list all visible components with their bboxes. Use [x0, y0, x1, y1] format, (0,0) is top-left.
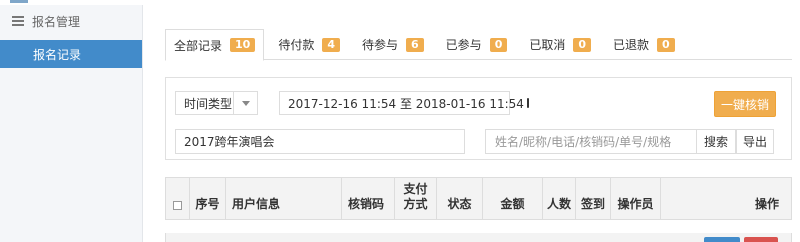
- calendar-icon: [526, 98, 529, 108]
- table-row: [165, 233, 792, 242]
- header-amount: 金额: [483, 178, 543, 219]
- row-edit-button[interactable]: [704, 237, 740, 242]
- header-headcount: 人数: [543, 178, 576, 219]
- search-button[interactable]: 搜索: [696, 129, 736, 154]
- status-tabs: 全部记录 10 待付款 4 待参与 6 已参与 0 已取消 0 已退款 0: [165, 29, 792, 61]
- chevron-down-icon: [233, 92, 257, 114]
- tab-label: 已退款: [613, 38, 650, 52]
- header-verify-code: 核销码: [342, 178, 395, 219]
- tab-cancelled[interactable]: 已取消 0: [521, 29, 599, 60]
- event-name-field[interactable]: 2017跨年演唱会: [175, 129, 465, 154]
- search-input[interactable]: 姓名/昵称/电话/核销码/单号/规格: [485, 129, 697, 154]
- sidebar-item-label: 报名记录: [33, 47, 82, 62]
- row-delete-button[interactable]: [744, 237, 778, 242]
- count-badge: 0: [657, 37, 675, 52]
- date-range-value: 2017-12-16 11:54 至 2018-01-16 11:54: [288, 96, 524, 111]
- filter-panel: 时间类型 2017-12-16 11:54 至 2018-01-16 11:54…: [165, 77, 792, 160]
- header-status: 状态: [437, 178, 483, 219]
- list-icon: [12, 16, 24, 26]
- header-user-info: 用户信息: [226, 178, 342, 219]
- tab-attended[interactable]: 已参与 0: [438, 29, 516, 60]
- tab-label: 待参与: [362, 38, 399, 52]
- sidebar: 报名管理 报名记录: [0, 5, 143, 242]
- tab-label: 待付款: [278, 38, 315, 52]
- tab-label: 已取消: [529, 38, 566, 52]
- select-all-cell: [166, 178, 190, 219]
- tab-all-records[interactable]: 全部记录 10: [165, 29, 265, 61]
- header-index: 序号: [190, 178, 226, 219]
- header-check-in: 签到: [576, 178, 611, 219]
- date-range-picker[interactable]: 2017-12-16 11:54 至 2018-01-16 11:54: [279, 91, 529, 115]
- tab-to-attend[interactable]: 待参与 6: [354, 29, 432, 60]
- tab-label: 已参与: [445, 38, 482, 52]
- count-badge: 0: [489, 37, 508, 52]
- logo: [10, 0, 28, 3]
- count-badge: 0: [573, 37, 592, 52]
- bulk-verify-button[interactable]: 一键核销: [714, 91, 776, 117]
- table-header: 序号 用户信息 核销码 支付方式 状态 金额 人数 签到 操作员 操作: [165, 177, 792, 220]
- tab-refunded[interactable]: 已退款 0: [605, 29, 683, 60]
- time-type-value: 时间类型: [184, 96, 233, 111]
- sidebar-group-registration[interactable]: 报名管理: [0, 5, 142, 37]
- header-payment-method: 支付方式: [395, 178, 437, 219]
- export-button[interactable]: 导出: [736, 129, 774, 154]
- count-badge: 6: [406, 37, 424, 52]
- select-all-checkbox[interactable]: [173, 201, 182, 210]
- header-operator: 操作员: [611, 178, 661, 219]
- sidebar-item-registration-records[interactable]: 报名记录: [0, 40, 142, 68]
- header-actions: 操作: [754, 197, 779, 211]
- count-badge: 10: [230, 38, 256, 52]
- sidebar-group-label: 报名管理: [32, 14, 81, 29]
- tab-label: 全部记录: [174, 38, 223, 53]
- page: 报名管理 报名记录 全部记录 10 待付款 4 待参与 6 已参与 0 已取消 …: [0, 0, 800, 242]
- count-badge: 4: [322, 37, 340, 52]
- time-type-select[interactable]: 时间类型: [175, 91, 258, 115]
- tab-pending-payment[interactable]: 待付款 4: [270, 29, 348, 60]
